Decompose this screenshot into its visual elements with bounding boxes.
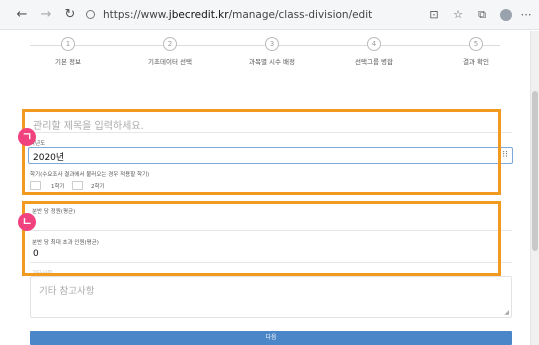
url-text: https://www.jbecredit.kr/manage/class-di… <box>103 9 373 21</box>
scrollbar-thumb[interactable] <box>532 91 538 251</box>
more-icon[interactable]: ⋯ <box>518 7 534 23</box>
remarks-placeholder: 기타 참고사항 <box>39 286 95 297</box>
profile-avatar[interactable] <box>500 9 512 21</box>
step-label: 기본 정보 <box>55 58 81 66</box>
class-size-input[interactable] <box>30 230 512 231</box>
resize-handle-icon[interactable]: ◢ <box>504 309 509 316</box>
step-group-merge[interactable]: 4 선택그룹 병합 <box>334 37 414 66</box>
semester-1-checkbox[interactable] <box>30 181 41 190</box>
step-basic-info[interactable]: 1 기본 정보 <box>28 37 108 66</box>
page-content: 1 기본 정보 2 기초데이터 선택 3 과목별 시수 배정 4 선택그룹 병합… <box>0 31 530 345</box>
step-label: 결과 확인 <box>463 58 489 66</box>
annotation-marker-1: ㄱ <box>18 128 36 146</box>
reader-icon[interactable]: ⊡ <box>426 7 442 23</box>
browser-toolbar: ← → ↻ https://www.jbecredit.kr/manage/cl… <box>0 0 539 30</box>
class-size-label: 분반 당 정원(평균) <box>32 209 76 215</box>
remarks-textarea[interactable]: 기타 참고사항 ◢ <box>30 276 512 318</box>
title-input[interactable]: 관리할 제목을 입력하세요. <box>33 117 144 132</box>
semester-label: 학기(수요조사 결과에서 불러오는 경우 적용할 학기) <box>30 172 150 178</box>
step-number: 4 <box>367 37 381 51</box>
back-arrow-icon[interactable]: ← <box>14 7 30 23</box>
step-label: 과목별 시수 배정 <box>249 58 295 66</box>
step-result[interactable]: 5 결과 확인 <box>436 37 516 66</box>
max-excess-underline <box>30 262 512 263</box>
step-number: 1 <box>61 37 75 51</box>
semester-1-label[interactable]: 1학기 <box>51 182 65 190</box>
forward-arrow-icon[interactable]: → <box>38 7 54 23</box>
next-button[interactable]: 다음 <box>30 331 512 345</box>
address-bar[interactable]: https://www.jbecredit.kr/manage/class-di… <box>86 5 416 25</box>
step-number: 5 <box>469 37 483 51</box>
step-label: 선택그룹 병합 <box>355 58 393 66</box>
step-hours-allocation[interactable]: 3 과목별 시수 배정 <box>232 37 312 66</box>
step-number: 2 <box>163 37 177 51</box>
collections-icon[interactable]: ⧉ <box>474 7 490 23</box>
step-number: 3 <box>265 37 279 51</box>
page-scrollbar[interactable] <box>530 31 539 345</box>
reload-icon[interactable]: ↻ <box>62 7 78 23</box>
max-excess-input[interactable]: 0 <box>33 249 39 259</box>
annotation-marker-2: ㄴ <box>18 213 36 231</box>
select-arrows-icon: ⁝⁝ <box>502 150 508 160</box>
step-base-data[interactable]: 2 기초데이터 선택 <box>130 37 210 66</box>
title-input-underline <box>30 132 512 133</box>
semester-2-label[interactable]: 2학기 <box>91 182 105 190</box>
step-label: 기초데이터 선택 <box>148 58 192 66</box>
favorites-icon[interactable]: ☆ <box>450 7 466 23</box>
max-excess-label: 분반 당 최대 초과 인원(평균) <box>32 240 99 246</box>
year-select-value: 2020년 <box>33 153 65 163</box>
lock-icon <box>86 10 95 19</box>
semester-2-checkbox[interactable] <box>72 181 83 190</box>
year-select[interactable]: 2020년 ⁝⁝ <box>28 147 513 164</box>
